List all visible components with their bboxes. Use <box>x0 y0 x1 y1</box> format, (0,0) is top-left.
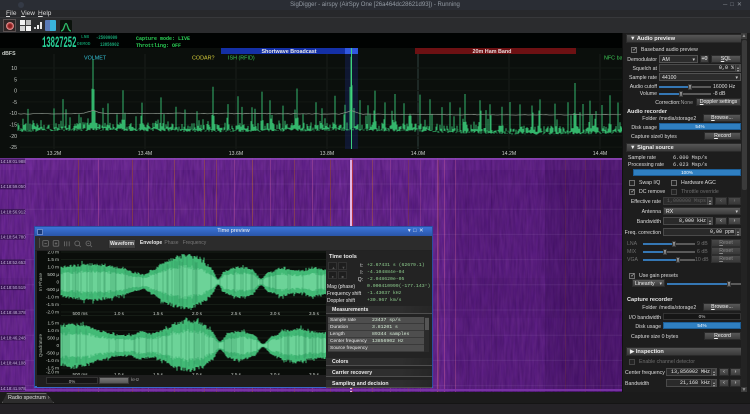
svg-text:-500 µ: -500 µ <box>46 351 59 356</box>
svg-text:14:18:50.519: 14:18:50.519 <box>1 285 27 290</box>
svg-text:dBFS: dBFS <box>2 51 16 57</box>
svg-text:14:18:54.780: 14:18:54.780 <box>1 235 27 240</box>
svg-text:14:19:01.988: 14:19:01.988 <box>1 159 27 164</box>
svg-text:14:18:41.978: 14:18:41.978 <box>1 386 27 391</box>
svg-text:-1.5 m: -1.5 m <box>46 302 59 307</box>
svg-text:13.2M: 13.2M <box>47 151 61 157</box>
svg-text:Quadrature: Quadrature <box>38 333 43 357</box>
svg-text:-10: -10 <box>10 111 18 117</box>
svg-text:In Phase: In Phase <box>38 272 43 291</box>
svg-text:VOLMET: VOLMET <box>84 56 107 62</box>
svg-text:14:18:44.108: 14:18:44.108 <box>1 361 27 366</box>
svg-text:500 µ: 500 µ <box>47 336 59 341</box>
svg-text:1.0 m: 1.0 m <box>48 328 60 333</box>
svg-text:14:18:46.248: 14:18:46.248 <box>1 335 27 340</box>
svg-text:20m Ham Band: 20m Ham Band <box>473 49 512 55</box>
svg-text:5: 5 <box>14 77 17 83</box>
svg-text:-500 µ: -500 µ <box>46 287 59 292</box>
svg-text:-25: -25 <box>10 145 18 151</box>
svg-text:-1.0 m: -1.0 m <box>46 295 59 300</box>
svg-text:2.0 m: 2.0 m <box>48 251 60 255</box>
svg-text:13.4M: 13.4M <box>138 151 152 157</box>
svg-text:1.5 m: 1.5 m <box>48 321 60 326</box>
svg-text:14.0M: 14.0M <box>411 151 425 157</box>
svg-text:NFC ba: NFC ba <box>604 56 622 62</box>
svg-text:0: 0 <box>56 280 59 285</box>
svg-text:13.8M: 13.8M <box>320 151 334 157</box>
svg-text:1.0 m: 1.0 m <box>48 265 60 270</box>
svg-text:14.4M: 14.4M <box>593 151 607 157</box>
svg-text:-1.0 m: -1.0 m <box>46 358 59 363</box>
svg-text:14:18:52.653: 14:18:52.653 <box>1 260 27 265</box>
svg-text:13.6M: 13.6M <box>229 151 243 157</box>
svg-text:-2.0 m: -2.0 m <box>46 310 59 315</box>
svg-text:1.5 m: 1.5 m <box>48 257 60 262</box>
svg-text:0: 0 <box>56 343 59 348</box>
svg-text:0: 0 <box>14 89 17 95</box>
svg-text:-2.0 m: -2.0 m <box>46 370 59 375</box>
svg-text:10: 10 <box>11 66 17 72</box>
svg-text:-20: -20 <box>10 134 18 140</box>
svg-text:ISH (RFID): ISH (RFID) <box>228 56 255 62</box>
svg-text:-5: -5 <box>12 100 17 106</box>
svg-text:-15: -15 <box>10 123 18 129</box>
svg-text:500 µ: 500 µ <box>47 272 59 277</box>
svg-text:14:18:48.378: 14:18:48.378 <box>1 310 27 315</box>
svg-text:14:18:59.050: 14:18:59.050 <box>1 184 27 189</box>
svg-text:14.2M: 14.2M <box>502 151 516 157</box>
svg-text:14:18:56.912: 14:18:56.912 <box>1 209 27 214</box>
svg-text:CODAR?: CODAR? <box>192 56 214 62</box>
svg-text:Shortwave Broadcast: Shortwave Broadcast <box>261 49 316 55</box>
